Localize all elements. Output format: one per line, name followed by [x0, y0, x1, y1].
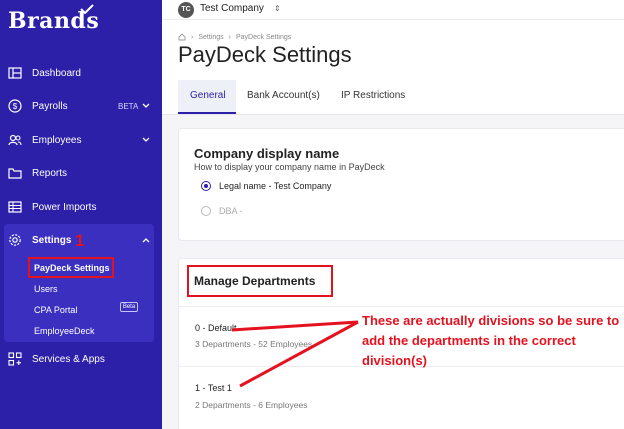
folder-icon — [8, 168, 22, 179]
divider — [178, 306, 624, 307]
sidebar-item-label: Dashboard — [32, 67, 81, 79]
division-name[interactable]: 1 - Test 1 — [195, 383, 232, 393]
dashboard-icon — [8, 67, 22, 79]
home-icon[interactable] — [178, 33, 186, 41]
beta-badge: BETA — [118, 101, 139, 111]
radio-legal-name[interactable] — [201, 181, 211, 191]
tab-underline — [178, 112, 236, 114]
tab-ip-restrictions[interactable]: IP Restrictions — [341, 90, 405, 101]
chevron-updown-icon[interactable]: ⇕ — [274, 4, 281, 13]
sidebar-item-label: Services & Apps — [32, 353, 105, 365]
sidebar-item-label: Payrolls — [32, 100, 68, 112]
sidebar-subitem-employeedeck[interactable]: EmployeeDeck — [34, 326, 95, 336]
check-icon — [80, 4, 94, 14]
users-icon — [8, 134, 22, 146]
sidebar: Brands Dashboard $ Payrolls BETA Employe… — [0, 0, 162, 429]
chevron-up-icon[interactable] — [142, 236, 150, 244]
breadcrumb-item: PayDeck Settings — [235, 33, 292, 41]
radio-dba[interactable] — [201, 206, 211, 216]
top-bar: TC Test Company ⇕ — [162, 0, 624, 20]
sidebar-item-power-imports[interactable]: Power Imports — [0, 195, 162, 219]
annotation-box-manage-departments — [187, 265, 333, 297]
beta-badge: Beta — [120, 302, 138, 312]
sidebar-subitem-cpa-portal[interactable]: CPA Portal — [34, 305, 77, 315]
gear-icon — [9, 234, 21, 246]
page-title: PayDeck Settings — [178, 42, 352, 67]
annotation-step-number: 1 — [75, 231, 85, 250]
section-subtitle: How to display your company name in PayD… — [194, 162, 385, 172]
sidebar-item-dashboard[interactable]: Dashboard — [0, 61, 162, 85]
sidebar-item-reports[interactable]: Reports — [0, 161, 162, 185]
avatar[interactable]: TC — [178, 2, 194, 18]
breadcrumb-separator: › — [191, 33, 194, 41]
sidebar-item-label: Employees — [32, 134, 82, 146]
table-icon — [8, 201, 22, 213]
breadcrumb: › Settings › PayDeck Settings — [178, 33, 291, 41]
division-meta: 3 Departments - 52 Employees — [195, 339, 313, 349]
division-meta: 2 Departments - 6 Employees — [195, 400, 308, 410]
svg-text:$: $ — [13, 102, 18, 111]
chevron-down-icon[interactable] — [142, 136, 150, 144]
radio-label-legal-name[interactable]: Legal name - Test Company — [219, 181, 331, 191]
chevron-down-icon[interactable] — [142, 102, 150, 110]
breadcrumb-separator: › — [228, 33, 231, 41]
radio-label-dba[interactable]: DBA - — [219, 206, 243, 216]
tab-bar: General Bank Account(s) IP Restrictions — [162, 80, 624, 115]
division-name[interactable]: 0 - Default — [195, 323, 237, 333]
tab-bank-accounts[interactable]: Bank Account(s) — [247, 90, 320, 101]
sidebar-item-employees[interactable]: Employees — [0, 128, 162, 152]
sidebar-item-payrolls[interactable]: $ Payrolls BETA — [0, 94, 162, 118]
company-switcher[interactable]: Test Company — [200, 3, 264, 14]
sidebar-item-label: Power Imports — [32, 201, 97, 213]
tab-general[interactable]: General — [190, 90, 226, 101]
annotation-note: These are actually divisions so be sure … — [362, 313, 620, 368]
section-title: Company display name — [194, 146, 340, 161]
sidebar-item-label: Reports — [32, 167, 68, 179]
annotation-box-paydeck-settings — [28, 257, 114, 278]
sidebar-item-services-apps[interactable]: Services & Apps — [0, 347, 162, 371]
sidebar-item-label: Settings — [32, 234, 72, 246]
dollar-icon: $ — [8, 99, 22, 113]
breadcrumb-item[interactable]: Settings — [198, 34, 223, 41]
apps-icon — [8, 352, 22, 366]
sidebar-subitem-users[interactable]: Users — [34, 284, 58, 294]
